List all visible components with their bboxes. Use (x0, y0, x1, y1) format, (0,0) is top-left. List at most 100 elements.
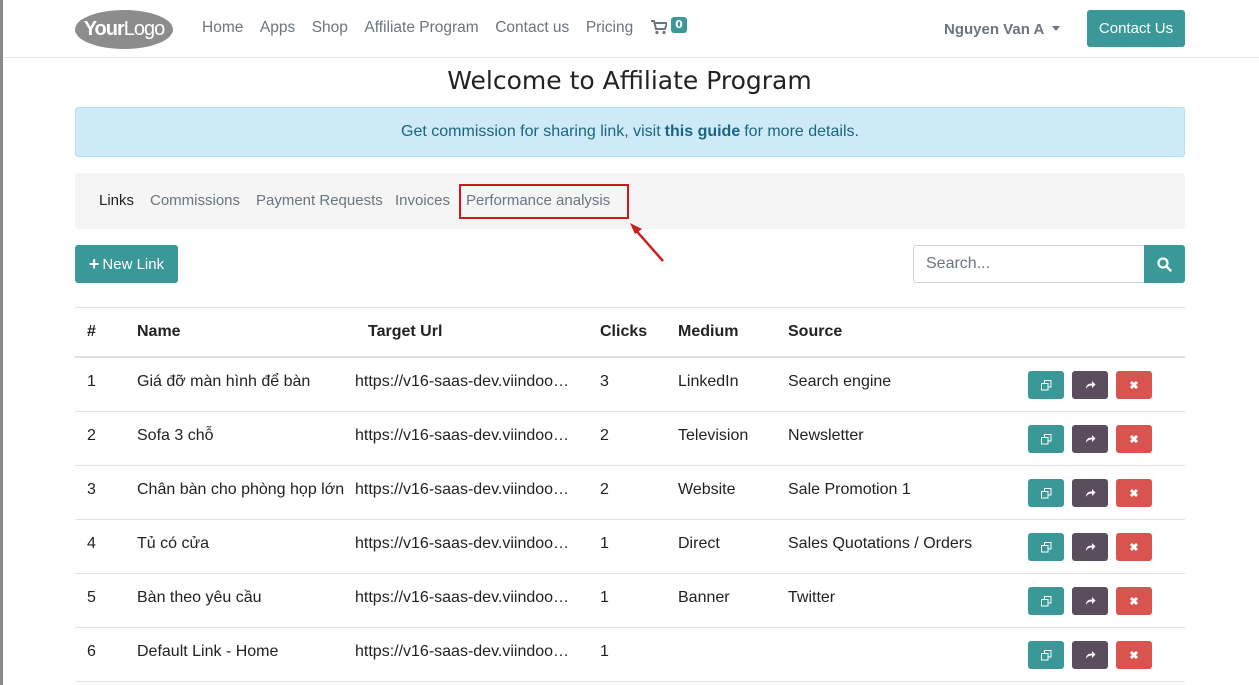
new-link-label: New Link (102, 255, 165, 273)
tab-links[interactable]: Links (99, 192, 134, 209)
table-row: 6 Default Link - Home https://v16-saas-d… (75, 628, 1185, 682)
share-icon (1085, 597, 1095, 605)
row-clicks: 1 (600, 643, 609, 660)
cart-count-badge: 0 (671, 17, 687, 33)
share-link-button[interactable] (1072, 371, 1108, 399)
delete-link-button[interactable]: ✖ (1116, 371, 1152, 399)
row-name: Sofa 3 chỗ (137, 427, 214, 444)
nav-contact-us[interactable]: Contact us (495, 19, 569, 37)
row-name: Tủ có cửa (137, 535, 210, 552)
logo[interactable]: Your Logo (75, 10, 173, 49)
row-number: 2 (87, 427, 96, 444)
nav-pricing[interactable]: Pricing (586, 19, 633, 37)
row-source: Sale Promotion 1 (788, 481, 911, 498)
row-target-url[interactable]: https://v16-saas-dev.viindoo.com (355, 643, 571, 661)
row-target-url[interactable]: https://v16-saas-dev.viindoo.com (355, 427, 571, 445)
copy-link-button[interactable] (1028, 371, 1064, 399)
copy-icon (1040, 487, 1051, 498)
copy-link-button[interactable] (1028, 425, 1064, 453)
tab-commissions[interactable]: Commissions (150, 192, 240, 209)
copy-link-button[interactable] (1028, 533, 1064, 561)
row-source: Newsletter (788, 427, 864, 444)
header-name: Name (137, 323, 181, 340)
annotation-highlight-box (459, 184, 629, 219)
row-medium: Banner (678, 589, 730, 606)
nav-apps[interactable]: Apps (260, 19, 295, 37)
share-icon (1085, 435, 1095, 443)
table-header: # Name Target Url Clicks Medium Source (75, 308, 1185, 358)
table-body: 1 Giá đỡ màn hình để bàn https://v16-saa… (75, 358, 1185, 682)
header-clicks: Clicks (600, 323, 648, 340)
nav-home[interactable]: Home (202, 19, 243, 37)
row-clicks: 3 (600, 373, 609, 390)
search-icon (1157, 256, 1172, 272)
info-alert: Get commission for sharing link, visit t… (75, 107, 1185, 157)
alert-text-before: Get commission for sharing link, visit (401, 123, 661, 140)
logo-text-light: Logo (123, 18, 165, 40)
table-row: 3 Chân bàn cho phòng họp lớn https://v16… (75, 466, 1185, 520)
delete-link-button[interactable]: ✖ (1116, 641, 1152, 669)
guide-link[interactable]: this guide (665, 123, 741, 141)
row-source: Sales Quotations / Orders (788, 535, 973, 552)
alert-text-after: for more details. (744, 123, 859, 140)
row-medium: Television (678, 427, 749, 444)
close-icon: ✖ (1129, 433, 1139, 446)
row-target-url[interactable]: https://v16-saas-dev.viindoo.com (355, 373, 571, 391)
copy-link-button[interactable] (1028, 479, 1064, 507)
delete-link-button[interactable]: ✖ (1116, 425, 1152, 453)
search-button[interactable] (1144, 245, 1185, 283)
plus-icon: + (88, 253, 100, 274)
new-link-button[interactable]: + New Link (75, 245, 178, 283)
copy-link-button[interactable] (1028, 587, 1064, 615)
header-number: # (87, 323, 96, 340)
close-icon: ✖ (1129, 649, 1139, 662)
share-link-button[interactable] (1072, 425, 1108, 453)
header-source: Source (788, 323, 843, 340)
row-number: 5 (87, 589, 96, 606)
table-row: 4 Tủ có cửa https://v16-saas-dev.viindoo… (75, 520, 1185, 574)
copy-icon (1040, 541, 1051, 552)
row-clicks: 1 (600, 589, 609, 606)
top-navbar: Your Logo Home Apps Shop Affiliate Progra… (3, 0, 1259, 58)
nav-affiliate-program[interactable]: Affiliate Program (364, 19, 478, 37)
row-target-url[interactable]: https://v16-saas-dev.viindoo.com (355, 535, 571, 553)
page-title: Welcome to Affiliate Program (447, 66, 812, 95)
share-link-button[interactable] (1072, 533, 1108, 561)
table-row: 1 Giá đỡ màn hình để bàn https://v16-saa… (75, 358, 1185, 412)
row-number: 6 (87, 643, 96, 660)
row-clicks: 1 (600, 535, 609, 552)
contact-us-button[interactable]: Contact Us (1087, 10, 1185, 47)
row-name: Default Link - Home (137, 643, 279, 660)
tab-invoices[interactable]: Invoices (395, 192, 450, 209)
row-source: Search engine (788, 373, 892, 390)
tab-payment-requests[interactable]: Payment Requests (256, 192, 383, 209)
row-name: Bàn theo yêu cầu (137, 589, 262, 606)
close-icon: ✖ (1129, 379, 1139, 392)
links-table: # Name Target Url Clicks Medium Source 1… (75, 307, 1185, 682)
copy-icon (1040, 649, 1051, 660)
share-icon (1085, 489, 1095, 497)
share-link-button[interactable] (1072, 587, 1108, 615)
delete-link-button[interactable]: ✖ (1116, 479, 1152, 507)
delete-link-button[interactable]: ✖ (1116, 533, 1152, 561)
share-icon (1085, 381, 1095, 389)
shopping-cart-icon[interactable] (651, 20, 667, 35)
window-edge (0, 0, 3, 685)
close-icon: ✖ (1129, 595, 1139, 608)
search-input[interactable] (913, 245, 1145, 283)
user-menu[interactable]: Nguyen Van A (944, 21, 1061, 38)
copy-link-button[interactable] (1028, 641, 1064, 669)
copy-icon (1040, 379, 1051, 390)
row-clicks: 2 (600, 481, 609, 498)
close-icon: ✖ (1129, 487, 1139, 500)
nav-shop[interactable]: Shop (312, 19, 348, 37)
row-target-url[interactable]: https://v16-saas-dev.viindoo.com (355, 481, 571, 499)
delete-link-button[interactable]: ✖ (1116, 587, 1152, 615)
row-medium: Direct (678, 535, 720, 552)
copy-icon (1040, 433, 1051, 444)
row-target-url[interactable]: https://v16-saas-dev.viindoo.com (355, 589, 571, 607)
share-icon (1085, 651, 1095, 659)
row-number: 1 (87, 373, 96, 390)
share-link-button[interactable] (1072, 641, 1108, 669)
share-link-button[interactable] (1072, 479, 1108, 507)
